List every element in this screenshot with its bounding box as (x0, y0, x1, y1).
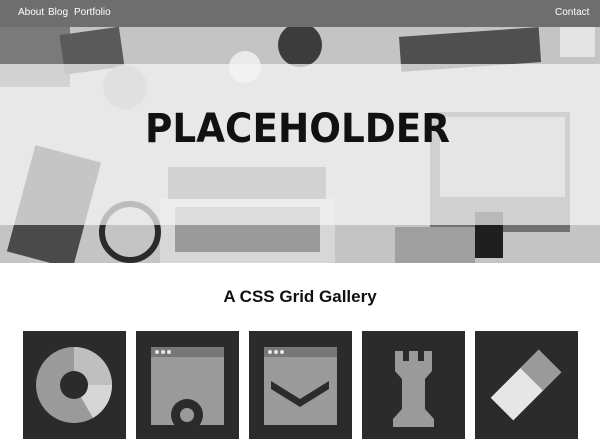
gallery-item-pie-chart[interactable] (23, 331, 126, 439)
browser-chevron-icon (264, 347, 337, 425)
eraser-icon (490, 349, 562, 421)
browser-settings-icon (151, 347, 224, 431)
nav-link-portfolio[interactable]: Portfolio (74, 7, 111, 18)
gallery-item-chess-rook[interactable] (362, 331, 465, 439)
gallery-item-browser-chevron[interactable] (249, 331, 352, 439)
nav-link-blog[interactable]: Blog (48, 7, 68, 18)
placeholder-logo: PLACEHOLDER (145, 106, 450, 149)
logo-text: PLACEHOLDER (145, 106, 450, 149)
hero-banner: PLACEHOLDER (0, 27, 600, 263)
chess-rook-icon (393, 351, 434, 427)
nav-link-about[interactable]: About (18, 7, 44, 18)
nav-link-contact[interactable]: Contact (555, 7, 589, 18)
gallery-title: A CSS Grid Gallery (223, 287, 377, 306)
top-nav: About Blog Portfolio Contact (0, 0, 600, 27)
pie-chart-icon (36, 347, 113, 423)
gallery-item-browser-settings[interactable] (136, 331, 239, 439)
gallery-item-eraser[interactable] (475, 331, 578, 439)
